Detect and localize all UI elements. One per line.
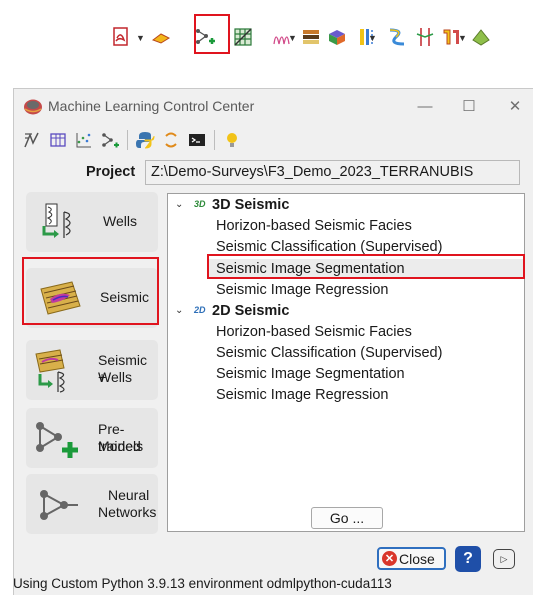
tree-section-2d-label: 2D Seismic <box>212 303 290 319</box>
tree-item-3d-image-regression[interactable]: Seismic Image Regression <box>216 280 388 300</box>
project-row: Project Z:\Demo-Surveys\F3_Demo_2023_TER… <box>14 160 533 186</box>
titlebar: Machine Learning Control Center — ☐ ✕ <box>14 89 533 123</box>
category-panel: Wells Seismic Seismic + Wells Pre-traine… <box>23 192 165 534</box>
category-wells-button[interactable]: Wells <box>26 192 158 252</box>
wells-icon <box>42 203 71 238</box>
video-play-button[interactable]: ▷ <box>493 549 515 569</box>
status-bar-text: Using Custom Python 3.9.13 environment o… <box>13 576 392 591</box>
grid-icon[interactable] <box>232 26 254 48</box>
chevron-down-icon[interactable]: ▼ <box>368 33 377 43</box>
seismic-highlight-box <box>22 257 159 325</box>
seismic-wells-icon <box>35 349 65 393</box>
chevron-down-icon[interactable]: ▼ <box>136 33 145 43</box>
chevron-down-icon[interactable]: ⌄ <box>175 305 183 316</box>
3d-badge-icon: 3D <box>194 199 206 209</box>
tree-section-3d-label: 3D Seismic <box>212 197 290 213</box>
close-window-button[interactable]: ✕ <box>501 94 529 118</box>
go-button[interactable]: Go ... <box>311 507 383 529</box>
tip-lightbulb-icon[interactable] <box>221 129 243 151</box>
python-icon[interactable] <box>134 129 156 151</box>
workflow-tree: ⌄ 3D 3D Seismic Horizon-based Seismic Fa… <box>167 193 525 532</box>
tree-item-3d-horizon-facies[interactable]: Horizon-based Seismic Facies <box>216 216 412 236</box>
help-button[interactable]: ? <box>455 546 481 572</box>
tree-section-2d[interactable]: ⌄ 2D 2D Seismic <box>168 301 524 321</box>
volume-icon[interactable] <box>326 26 348 48</box>
tree-item-2d-image-segmentation[interactable]: Seismic Image Segmentation <box>216 364 405 384</box>
toolbar-highlight-box <box>194 14 230 54</box>
project-label: Project <box>86 164 136 180</box>
network-icon[interactable] <box>99 129 121 151</box>
category-pretrained-models-button[interactable]: Pre-trained Models <box>26 408 158 468</box>
window-toolbar <box>21 127 247 153</box>
tree-section-3d[interactable]: ⌄ 3D 3D Seismic <box>168 195 524 215</box>
chevron-down-icon[interactable]: ▼ <box>288 33 297 43</box>
layers-icon[interactable] <box>300 26 322 48</box>
2d-badge-icon: 2D <box>194 305 206 315</box>
surface-icon[interactable] <box>470 26 492 48</box>
category-wells-label: Wells <box>103 213 137 229</box>
project-path-field[interactable]: Z:\Demo-Surveys\F3_Demo_2023_TERRANUBIS <box>145 160 520 185</box>
close-button-label: Close <box>399 550 435 567</box>
chevron-down-icon[interactable]: ⌄ <box>175 199 183 210</box>
crossplot-icon[interactable] <box>73 129 95 151</box>
category-neural-networks-button[interactable]: Neural Networks <box>26 474 158 534</box>
segmentation-highlight-box <box>207 254 525 279</box>
neural-networks-icon <box>40 490 78 520</box>
category-seismic-wells-label-line2: Wells <box>98 369 132 385</box>
refresh-icon[interactable] <box>160 129 182 151</box>
category-seismic-wells-button[interactable]: Seismic + Wells <box>26 340 158 400</box>
close-x-icon: ✕ <box>382 551 397 566</box>
close-button[interactable]: ✕ Close <box>377 547 446 570</box>
table-icon[interactable] <box>47 129 69 151</box>
horizon-icon[interactable] <box>150 26 172 48</box>
app-logo-icon <box>23 97 43 115</box>
ml-control-center-window: Machine Learning Control Center — ☐ ✕ Pr… <box>13 88 533 595</box>
bottom-button-row: ✕ Close ? ▷ <box>14 541 533 572</box>
category-neural-label-line2: Networks <box>98 504 157 520</box>
chevron-down-icon[interactable]: ▼ <box>458 33 467 43</box>
category-neural-label-line1: Neural <box>108 487 150 503</box>
tree-item-2d-horizon-facies[interactable]: Horizon-based Seismic Facies <box>216 322 412 342</box>
toolbar-divider <box>214 130 215 150</box>
window-title: Machine Learning Control Center <box>48 98 255 114</box>
category-pretrained-label-line2: Models <box>98 438 144 454</box>
well-path-icon[interactable] <box>386 26 408 48</box>
tree-item-2d-classification[interactable]: Seismic Classification (Supervised) <box>216 343 442 363</box>
training-icon[interactable] <box>21 129 43 151</box>
tree-item-2d-image-regression[interactable]: Seismic Image Regression <box>216 385 388 405</box>
terminal-icon[interactable] <box>186 129 208 151</box>
maximize-button[interactable]: ☐ <box>455 94 483 118</box>
pdf-export-icon[interactable] <box>110 26 132 48</box>
fault-icon[interactable] <box>414 26 436 48</box>
toolbar-divider <box>127 130 128 150</box>
minimize-button[interactable]: — <box>411 94 439 118</box>
main-toolbar: ▼ ▼ ▼ ▼ <box>104 14 532 56</box>
pretrained-models-icon <box>36 422 78 458</box>
